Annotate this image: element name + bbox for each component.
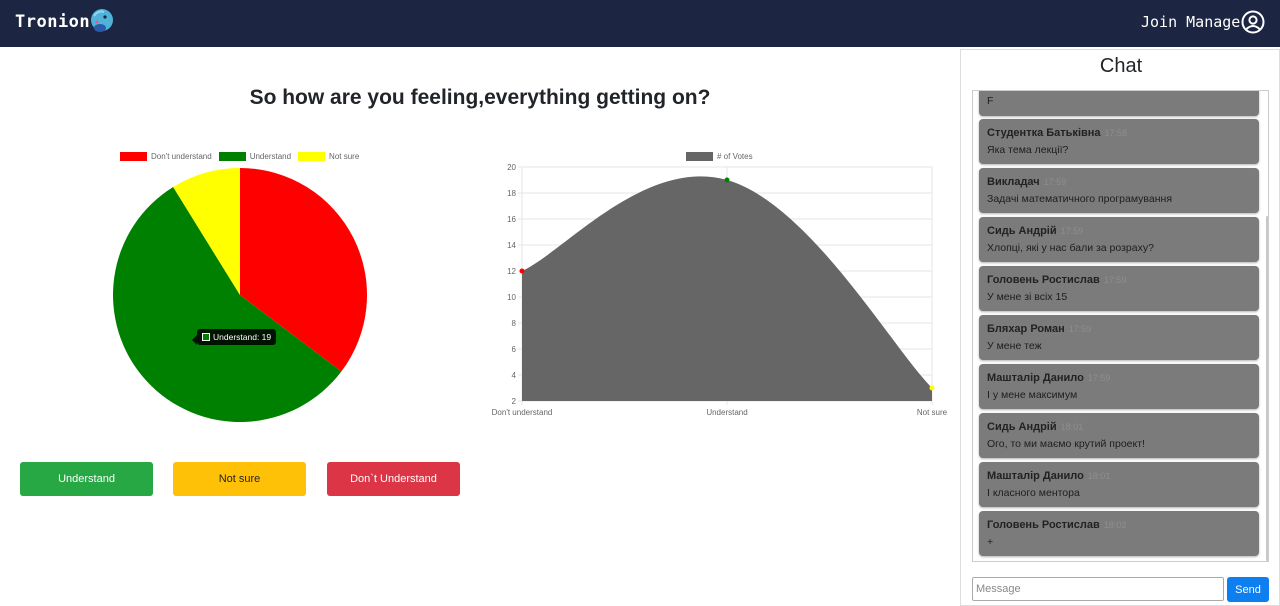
chat-message-author: Викладач — [987, 176, 1040, 188]
area-series-votes[interactable] — [522, 176, 932, 401]
chat-message-header: Машталір Данило 17:59 — [987, 372, 1110, 384]
chat-message-text: F — [987, 95, 994, 107]
page-question: So how are you feeling,everything gettin… — [249, 86, 711, 109]
chat-message-header: Головень Ростислав 18:02 — [987, 519, 1126, 531]
chat-message-author: Машталір Данило — [987, 372, 1084, 384]
x-tick-label: Not sure — [917, 408, 948, 417]
tooltip-label: Understand: 19 — [213, 332, 272, 342]
chat-message-header: Бляхар Роман 17:59 — [987, 323, 1091, 335]
y-tick-label: 6 — [512, 345, 517, 354]
chat-message-text: + — [987, 536, 994, 548]
chat-message: Машталір Данило 18:01 І класного ментора — [979, 462, 1259, 507]
y-tick-label: 14 — [507, 241, 516, 250]
chat-message: Сидь Андрій 18:01 Ого, то ми маємо крутий … — [979, 413, 1259, 458]
chat-message-header: Студентка Батьківна 17:58 — [987, 127, 1127, 139]
y-tick-label: 2 — [512, 397, 517, 406]
area-chart[interactable]: 2 4 6 8 10 12 14 16 18 20 Don't understand Understa… — [488, 148, 953, 423]
chat-message-header: Машталір Данило 18:01 — [987, 470, 1110, 482]
y-tick-label: 20 — [507, 163, 516, 172]
chat-message-text: І класного ментора — [987, 487, 1080, 499]
chat-message-author: Сидь Андрій — [987, 225, 1057, 237]
chat-message: Машталір Данило 17:59 І у мене максимум — [979, 364, 1259, 409]
chat-message: Сидь Андрій 17:59 Хлопці, які у нас бали з… — [979, 217, 1259, 262]
chat-message-author: Машталір Данило — [987, 470, 1084, 482]
area-point[interactable] — [519, 268, 525, 274]
chat-message-text: І у мене максимум — [987, 389, 1078, 401]
message-input[interactable] — [972, 577, 1224, 601]
chat-message-time: 18:02 — [1103, 520, 1127, 530]
y-tick-label: 10 — [507, 293, 516, 302]
understand-button[interactable]: Understand — [20, 462, 153, 496]
y-tick-label: 4 — [512, 371, 517, 380]
chat-message-author: Головень Ростислав — [987, 274, 1100, 286]
chat-message-time: 18:01 — [1087, 471, 1111, 481]
y-tick-label: 16 — [507, 215, 516, 224]
chat-message-header: Сидь Андрій 17:59 — [987, 225, 1083, 237]
chat-message-time: 17:59 — [1060, 226, 1084, 236]
chat-message-header: Головень Ростислав 17:59 — [987, 274, 1126, 286]
chat-message-time: 17:58 — [1104, 128, 1128, 138]
chat-panel: Chat F Студентка Батьківна 17:58 Яка тема … — [960, 49, 1280, 606]
chat-message-header: Сидь Андрій 18:01 — [987, 421, 1083, 433]
chat-message-time: 17:59 — [1068, 324, 1092, 334]
tooltip-swatch — [202, 333, 210, 341]
chat-message-list[interactable]: F Студентка Батьківна 17:58 Яка тема лекці… — [972, 90, 1269, 562]
chat-message-time: 17:59 — [1043, 177, 1067, 187]
y-tick-label: 12 — [507, 267, 516, 276]
user-account-icon[interactable] — [1241, 10, 1265, 34]
chat-message: Бляхар Роман 17:59 У мене теж — [979, 315, 1259, 360]
chat-message-time: 18:01 — [1060, 422, 1084, 432]
chat-message-text: У мене зі всіх 15 — [987, 291, 1068, 303]
chat-message: Студентка Батьківна 17:58 Яка тема лекції? — [979, 119, 1259, 164]
chat-message-time: 17:59 — [1087, 373, 1111, 383]
chat-message-text: Хлопці, які у нас бали за розраху? — [987, 242, 1154, 254]
chat-message-author: Головень Ростислав — [987, 519, 1100, 531]
chat-title: Chat — [1099, 55, 1143, 77]
navbar: Tronion Join Manage — [0, 0, 1280, 47]
x-tick-label: Don't understand — [492, 408, 553, 417]
chat-message-text: Ого, то ми маємо крутий проект! — [987, 438, 1145, 450]
chat-message-author: Студентка Батьківна — [987, 127, 1101, 139]
x-tick-label: Understand — [706, 408, 747, 417]
chat-message-time: 17:59 — [1103, 275, 1127, 285]
pie-chart[interactable] — [100, 160, 380, 435]
chat-message-author: Сидь Андрій — [987, 421, 1057, 433]
dont-understand-button[interactable]: Don`t Understand — [327, 462, 460, 496]
chat-message: Головень Ростислав 18:02 + — [979, 511, 1259, 556]
chat-message-author: Бляхар Роман — [987, 323, 1065, 335]
chat-message-text: У мене теж — [987, 340, 1042, 352]
chat-message-text: Яка тема лекції? — [987, 144, 1069, 156]
chat-message-header: Викладач 17:59 — [987, 176, 1066, 188]
chat-message-text: Задачі математичного програмування — [987, 193, 1173, 205]
join-manage-link[interactable]: Join Manage — [1141, 13, 1240, 31]
not-sure-button[interactable]: Not sure — [173, 462, 306, 496]
y-tick-label: 8 — [512, 319, 517, 328]
chat-message: Викладач 17:59 Задачі математичного програ… — [979, 168, 1259, 213]
chat-message: F — [979, 91, 1259, 116]
area-point[interactable] — [724, 177, 730, 183]
y-tick-label: 18 — [507, 189, 516, 198]
brand-name[interactable]: Tronion — [15, 12, 90, 32]
dolphin-logo-icon[interactable] — [89, 8, 115, 34]
chart-tooltip: Understand: 19 — [191, 329, 277, 345]
chat-scrollbar[interactable] — [1266, 216, 1268, 561]
chat-message: Головень Ростислав 17:59 У мене зі всіх 15 — [979, 266, 1259, 311]
area-point[interactable] — [929, 385, 935, 391]
send-button[interactable]: Send — [1227, 577, 1269, 602]
